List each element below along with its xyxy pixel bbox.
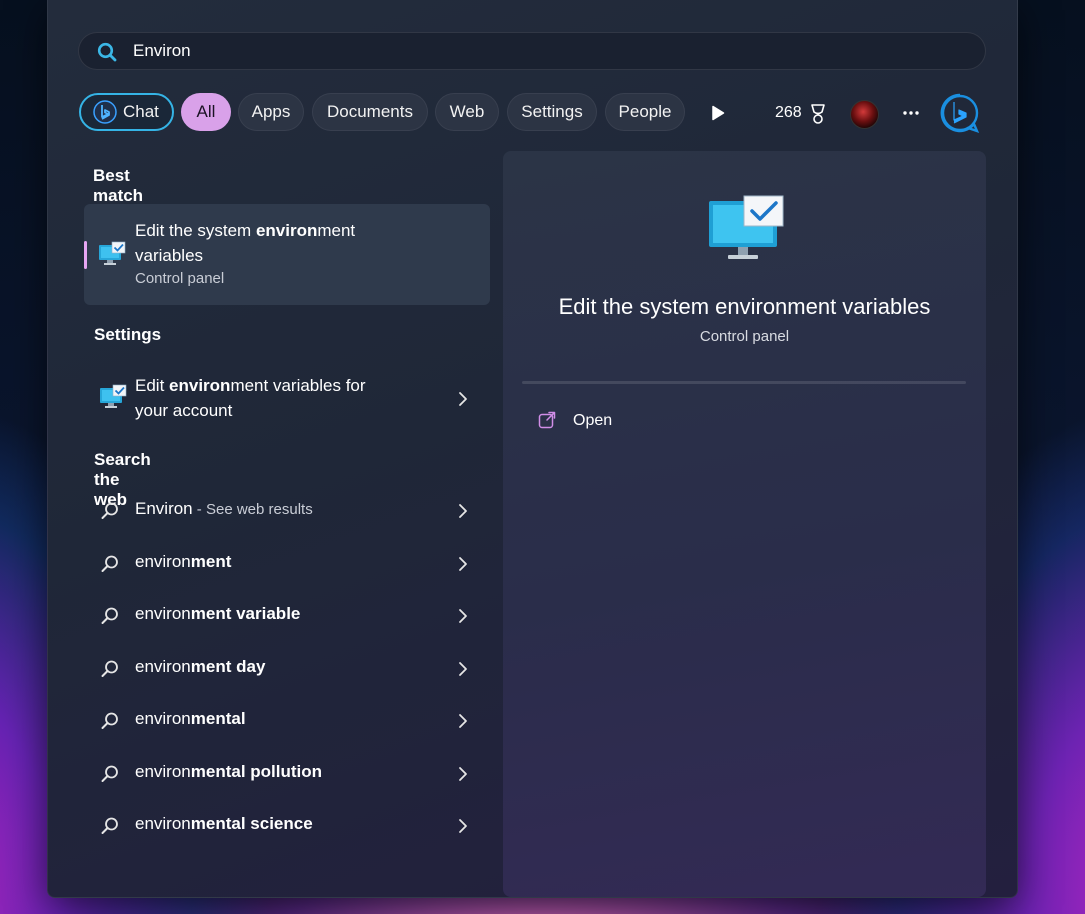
settings-result[interactable]: Edit environment variables for your acco… (84, 370, 490, 428)
search-icon (97, 42, 117, 62)
suggestion-bold: mental pollution (190, 762, 323, 781)
settings-title-bold: environ (169, 376, 231, 395)
settings-title-post: ment variables for (230, 376, 366, 395)
chevron-right-icon (459, 504, 467, 518)
tab-documents-label: Documents (327, 102, 413, 121)
suggestion-bold: mental (190, 709, 246, 728)
chat-label: Chat (123, 102, 159, 121)
windows-search-panel: Chat All Apps Documents Web Settings Peo… (47, 0, 1018, 898)
more-icon[interactable] (902, 110, 920, 116)
search-icon (101, 712, 118, 729)
control-panel-icon (99, 241, 126, 265)
best-match-subtitle: Control panel (135, 270, 225, 287)
chevron-right-icon (459, 392, 467, 406)
search-icon (101, 817, 118, 834)
settings-result-title: Edit environment variables for (135, 373, 366, 398)
search-input[interactable] (133, 40, 953, 62)
search-icon (101, 765, 118, 782)
best-match-title-pre: Edit the system (135, 221, 256, 240)
suggestion-bold: ment variable (190, 604, 301, 623)
tab-settings-label: Settings (521, 102, 583, 121)
tab-documents[interactable]: Documents (312, 93, 428, 131)
suggestion-label: environmental (135, 709, 246, 729)
open-label: Open (573, 412, 613, 429)
tab-web[interactable]: Web (435, 93, 499, 131)
rewards-points: 268 (775, 104, 802, 121)
settings-result-line2: your account (135, 401, 233, 420)
search-icon (101, 660, 118, 677)
tab-people[interactable]: People (605, 93, 685, 131)
chevron-right-icon (459, 609, 467, 623)
search-bar[interactable] (78, 32, 986, 70)
best-match-result[interactable]: Edit the system environment variables Co… (84, 204, 490, 305)
preview-divider (522, 381, 966, 384)
selection-indicator (84, 241, 87, 269)
web-suggestion[interactable]: environment day (84, 644, 490, 694)
chevron-right-icon (459, 767, 467, 781)
suggestion-bold: mental science (190, 814, 313, 833)
chevron-right-icon (459, 662, 467, 676)
web-suggestion[interactable]: environmental science (84, 801, 490, 851)
suggestion-plain: environ (135, 604, 191, 623)
best-match-title: Edit the system environment (135, 218, 355, 243)
play-icon[interactable] (711, 105, 725, 121)
suggestion-label: environment variable (135, 604, 300, 624)
best-match-title-line2: variables (135, 246, 204, 265)
web-result-hint: - See web results (192, 501, 313, 518)
preview-subtitle: Control panel (699, 328, 790, 345)
web-suggestion[interactable]: environmental pollution (84, 749, 490, 799)
settings-heading: Settings (94, 325, 162, 344)
control-panel-icon (100, 384, 127, 408)
suggestion-plain: environ (135, 709, 191, 728)
suggestion-bold: ment (190, 552, 232, 571)
suggestion-label: environmental science (135, 814, 313, 834)
search-icon (101, 502, 118, 519)
web-result-query: Environ (135, 499, 193, 518)
suggestion-label: environment (135, 552, 231, 572)
tab-all-label: All (196, 102, 216, 121)
web-result-label: Environ - See web results (135, 499, 313, 519)
best-match-title-post: ment (317, 221, 356, 240)
search-icon (101, 555, 118, 572)
chevron-right-icon (459, 714, 467, 728)
bing-icon[interactable] (940, 93, 980, 133)
suggestion-label: environment day (135, 657, 265, 677)
best-match-title-bold: environ (255, 221, 318, 240)
web-suggestion[interactable]: environment (84, 539, 490, 589)
best-match-heading: Best match (93, 166, 144, 205)
tab-apps[interactable]: Apps (238, 93, 304, 131)
bing-icon (93, 100, 117, 124)
chevron-right-icon (459, 557, 467, 571)
tab-people-label: People (618, 102, 672, 121)
open-external-icon (538, 411, 556, 429)
trophy-icon[interactable] (808, 103, 828, 125)
settings-title-pre: Edit (135, 376, 170, 395)
open-button[interactable]: Open (523, 403, 823, 439)
avatar[interactable] (850, 100, 879, 129)
web-suggestion[interactable]: environment variable (84, 591, 490, 641)
preview-title: Edit the system environment variables (558, 294, 931, 319)
tab-web-label: Web (449, 102, 485, 121)
chevron-right-icon (459, 819, 467, 833)
control-panel-icon (709, 195, 784, 259)
web-result-see-all[interactable]: Environ - See web results (84, 486, 490, 536)
suggestion-plain: environ (135, 762, 191, 781)
suggestion-plain: environ (135, 814, 191, 833)
search-icon (101, 607, 118, 624)
tab-apps-label: Apps (251, 102, 291, 121)
suggestion-plain: environ (135, 552, 191, 571)
suggestion-bold: ment day (190, 657, 266, 676)
web-suggestion[interactable]: environmental (84, 696, 490, 746)
suggestion-label: environmental pollution (135, 762, 322, 782)
tab-settings[interactable]: Settings (507, 93, 597, 131)
suggestion-plain: environ (135, 657, 191, 676)
chat-button[interactable]: Chat (79, 93, 174, 131)
preview-pane: Edit the system environment variables Co… (503, 151, 986, 897)
tab-all[interactable]: All (181, 93, 231, 131)
